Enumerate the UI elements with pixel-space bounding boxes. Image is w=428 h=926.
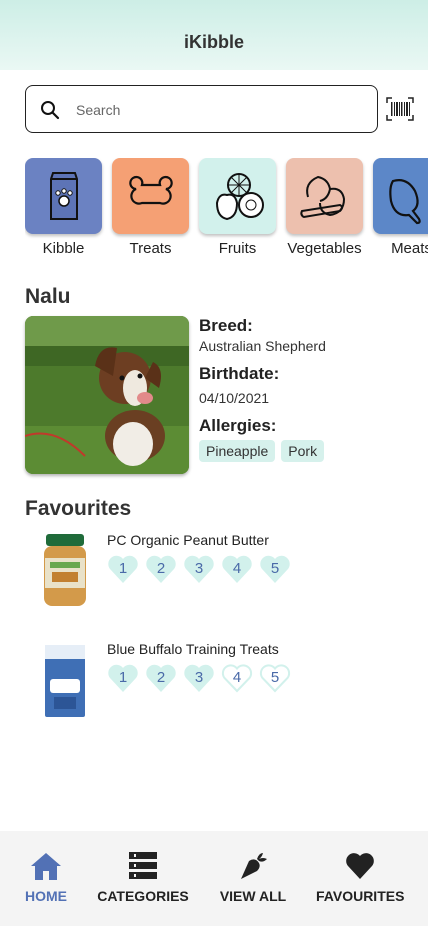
categories-icon [129, 852, 157, 879]
rating-value: 1 [118, 669, 128, 686]
rating-heart-filled[interactable]: 4 [221, 554, 253, 584]
allergy-tag: Pork [281, 440, 325, 462]
search-icon [41, 101, 60, 120]
category-fruits[interactable]: Fruits [199, 158, 276, 257]
birthdate-heading: Birthdate: [199, 364, 280, 383]
allergies-heading: Allergies: [199, 416, 277, 435]
tab-home[interactable]: HOME [25, 851, 67, 904]
tab-label: HOME [25, 888, 67, 904]
home-icon [31, 853, 61, 880]
search-bar[interactable] [25, 85, 378, 133]
pet-name: Nalu [25, 285, 71, 308]
tab-label: CATEGORIES [97, 888, 189, 904]
category-kibble[interactable]: Kibble [25, 158, 102, 257]
category-label: Treats [129, 240, 172, 257]
heart-icon [346, 853, 374, 879]
vegetables-icon [299, 175, 345, 219]
drumstick-icon [388, 179, 421, 225]
rating-heart-filled[interactable]: 5 [259, 554, 291, 584]
rating-heart-empty[interactable]: 4 [221, 663, 253, 693]
allergy-tag: Pineapple [199, 440, 276, 462]
rating-hearts[interactable]: 1 2 3 4 5 [107, 554, 291, 584]
carrot-icon [241, 853, 267, 879]
favourite-item[interactable]: Blue Buffalo Training Treats 1 2 3 4 5 [25, 641, 425, 725]
bottom-tab-bar: HOME CATEGORIES VIEW ALL FAVOURITES [0, 831, 428, 926]
rating-heart-empty[interactable]: 5 [259, 663, 291, 693]
rating-value: 4 [232, 669, 242, 686]
rating-value: 4 [232, 560, 242, 577]
app-header: iKibble [0, 0, 428, 70]
breed-heading: Breed: [199, 316, 253, 335]
allergy-tags: Pineapple Pork [199, 440, 424, 462]
rating-value: 1 [118, 560, 128, 577]
fruits-icon [215, 173, 264, 221]
rating-heart-filled[interactable]: 2 [145, 554, 177, 584]
breed-value: Australian Shepherd [199, 338, 326, 354]
rating-heart-filled[interactable]: 1 [107, 554, 139, 584]
rating-heart-filled[interactable]: 3 [183, 554, 215, 584]
tab-label: FAVOURITES [316, 888, 405, 904]
favourite-name: Blue Buffalo Training Treats [107, 641, 279, 657]
category-row: Kibble Treats Fruits Vegetables Meats [25, 158, 428, 258]
favourite-item[interactable]: PC Organic Peanut Butter 1 2 3 4 5 [25, 532, 425, 616]
category-label: Meats [391, 240, 428, 257]
rating-value: 2 [156, 560, 166, 577]
treat-bag-image [45, 645, 85, 717]
rating-value: 5 [270, 669, 280, 686]
rating-heart-filled[interactable]: 3 [183, 663, 215, 693]
category-label: Kibble [42, 240, 85, 257]
favourite-name: PC Organic Peanut Butter [107, 532, 269, 548]
category-meats[interactable]: Meats [373, 158, 428, 257]
pet-details: Breed: Australian Shepherd Birthdate: 04… [199, 316, 424, 462]
rating-value: 3 [194, 669, 204, 686]
pet-photo [25, 316, 189, 474]
birthdate-value: 04/10/2021 [199, 390, 270, 406]
rating-value: 3 [194, 560, 204, 577]
category-label: Fruits [218, 240, 257, 257]
category-tile[interactable] [199, 158, 276, 234]
category-tile[interactable] [373, 158, 428, 234]
tab-favourites[interactable]: FAVOURITES [316, 851, 404, 904]
category-tile[interactable] [25, 158, 102, 234]
peanut-butter-jar-image [44, 534, 86, 606]
search-input[interactable] [76, 98, 366, 122]
app-title: iKibble [183, 32, 244, 52]
tab-view-all[interactable]: VIEW ALL [219, 851, 287, 904]
barcode-scan-icon[interactable] [386, 97, 414, 121]
category-label: Vegetables [287, 240, 362, 257]
rating-heart-filled[interactable]: 2 [145, 663, 177, 693]
kibble-bag-icon [49, 172, 78, 220]
rating-value: 5 [270, 560, 280, 577]
rating-heart-filled[interactable]: 1 [107, 663, 139, 693]
tab-label: VIEW ALL [219, 888, 287, 904]
category-tile[interactable] [112, 158, 189, 234]
category-tile[interactable] [286, 158, 363, 234]
bone-icon [128, 175, 173, 205]
rating-hearts[interactable]: 1 2 3 4 5 [107, 663, 291, 693]
category-treats[interactable]: Treats [112, 158, 189, 257]
tab-categories[interactable]: CATEGORIES [97, 851, 189, 904]
favourites-heading: Favourites [25, 497, 132, 520]
category-vegetables[interactable]: Vegetables [286, 158, 363, 257]
rating-value: 2 [156, 669, 166, 686]
